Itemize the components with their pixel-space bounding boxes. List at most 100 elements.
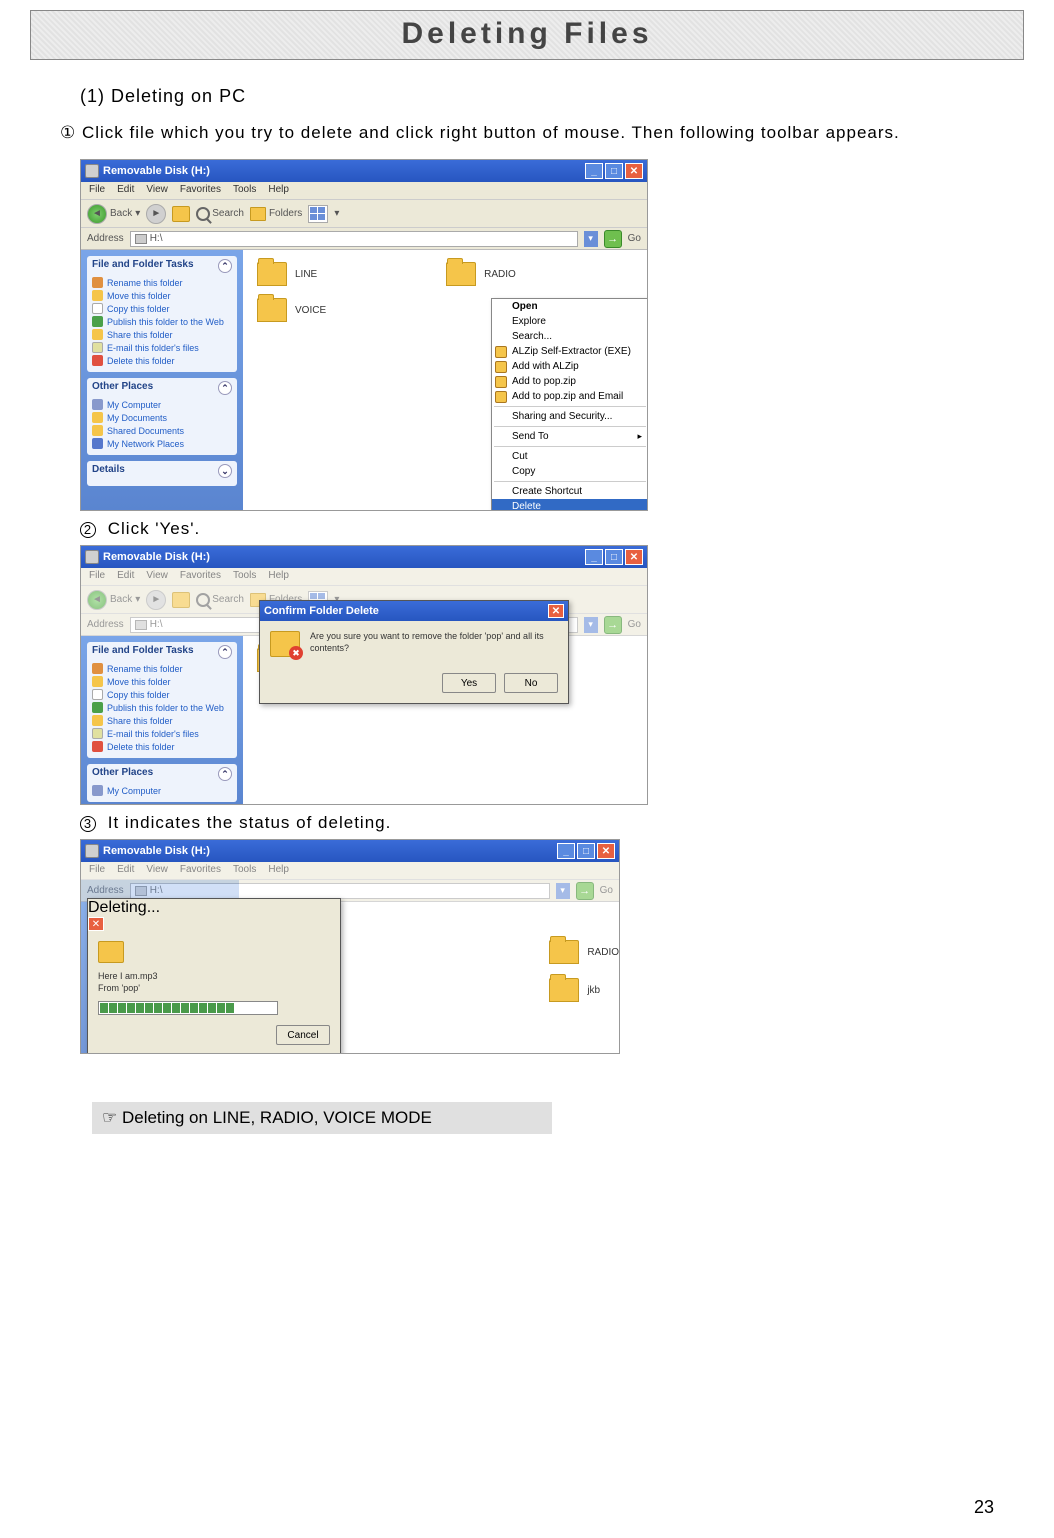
cm-sharing[interactable]: Sharing and Security...: [492, 409, 648, 424]
deleting-progress-dialog: Deleting... ✕ Here I am.mp3 From 'pop' C…: [87, 898, 341, 1054]
menu-file[interactable]: File: [89, 184, 105, 197]
menubar: File Edit View Favorites Tools Help: [81, 862, 619, 880]
email-icon: [92, 342, 103, 353]
cm-open[interactable]: Open: [492, 299, 648, 314]
maximize-button[interactable]: □: [605, 163, 623, 179]
disk-icon: [85, 550, 99, 564]
task-move[interactable]: Move this folder: [92, 289, 232, 302]
progress-bar: [98, 1001, 278, 1015]
menu-help[interactable]: Help: [268, 184, 289, 197]
address-input[interactable]: H:\: [130, 231, 578, 247]
cm-explore[interactable]: Explore: [492, 314, 648, 329]
task-rename[interactable]: Rename this folder: [92, 276, 232, 289]
separator: [494, 406, 646, 407]
folders-button[interactable]: Folders: [250, 207, 302, 221]
places-title: Other Places: [92, 381, 153, 395]
minimize-button[interactable]: _: [585, 549, 603, 565]
cm-alz2[interactable]: Add with ALZip: [492, 359, 648, 374]
note-deleting-modes: ☞ Deleting on LINE, RADIO, VOICE MODE: [92, 1102, 552, 1134]
folder-voice[interactable]: VOICE: [257, 298, 326, 322]
tasks-panel: File and Folder Tasks⌃ Rename this folde…: [87, 256, 237, 372]
place-network[interactable]: My Network Places: [92, 437, 232, 450]
task-delete[interactable]: Delete this folder: [92, 354, 232, 367]
folder-icon: [98, 941, 124, 963]
folder-icon: [549, 978, 579, 1002]
docs-icon: [92, 412, 103, 423]
folder-line[interactable]: LINE: [257, 262, 326, 286]
content-area: (1) Deleting on PC ① Click file which yo…: [0, 60, 1054, 1134]
cm-alz1[interactable]: ALZip Self-Extractor (EXE): [492, 344, 648, 359]
go-button[interactable]: →: [604, 230, 622, 248]
back-icon: ◄: [87, 204, 107, 224]
maximize-button[interactable]: □: [605, 549, 623, 565]
main-pane: LINE VOICE RADIO Open Explore Search... …: [243, 250, 647, 510]
minimize-button[interactable]: _: [557, 843, 575, 859]
search-button[interactable]: Search: [196, 207, 244, 221]
folder-icon: [549, 940, 579, 964]
maximize-button[interactable]: □: [577, 843, 595, 859]
forward-button[interactable]: ►: [146, 204, 166, 224]
place-mydocs[interactable]: My Documents: [92, 411, 232, 424]
close-button[interactable]: ✕: [625, 549, 643, 565]
dialog-close-button[interactable]: ✕: [548, 604, 564, 618]
address-dropdown[interactable]: ▾: [584, 231, 598, 247]
close-button[interactable]: ✕: [625, 163, 643, 179]
cm-sendto[interactable]: Send To: [492, 429, 648, 444]
cm-copy[interactable]: Copy: [492, 464, 648, 479]
back-button[interactable]: ◄Back▾: [87, 204, 140, 224]
toolbar: ◄Back▾ ► Search Folders ▾: [81, 200, 647, 228]
cm-cut[interactable]: Cut: [492, 449, 648, 464]
yes-button[interactable]: Yes: [442, 673, 496, 693]
folder-icon: [446, 262, 476, 286]
shared-icon: [92, 425, 103, 436]
alzip-icon: [495, 346, 507, 358]
cm-shortcut[interactable]: Create Shortcut: [492, 484, 648, 499]
menu-view[interactable]: View: [146, 184, 168, 197]
step2-label: 2 Click 'Yes'.: [80, 519, 994, 539]
cm-alz3[interactable]: Add to pop.zip: [492, 374, 648, 389]
rename-icon: [92, 277, 103, 288]
address-label: Address: [87, 233, 124, 244]
collapse-icon[interactable]: ⌃: [218, 381, 232, 395]
cancel-button[interactable]: Cancel: [276, 1025, 330, 1045]
folder-radio[interactable]: RADIO: [549, 940, 619, 964]
search-icon: [196, 207, 210, 221]
up-button[interactable]: [172, 206, 190, 222]
folder-jkb[interactable]: jkb: [549, 978, 619, 1002]
details-title: Details: [92, 464, 125, 478]
screenshot-progress-dialog: Removable Disk (H:) _ □ ✕ File Edit View…: [80, 839, 620, 1054]
task-share[interactable]: Share this folder: [92, 328, 232, 341]
progress-title: Deleting...: [88, 899, 160, 916]
page-number: 23: [974, 1497, 994, 1518]
network-icon: [92, 438, 103, 449]
place-mycomputer[interactable]: My Computer: [92, 398, 232, 411]
minimize-button[interactable]: _: [585, 163, 603, 179]
step2-text: Click 'Yes'.: [108, 519, 201, 538]
folder-radio[interactable]: RADIO: [446, 262, 516, 286]
place-shared[interactable]: Shared Documents: [92, 424, 232, 437]
confirm-delete-dialog: Confirm Folder Delete ✕ Are you sure you…: [259, 600, 569, 704]
close-button[interactable]: ✕: [597, 843, 615, 859]
task-email[interactable]: E-mail this folder's files: [92, 341, 232, 354]
views-button[interactable]: [308, 205, 328, 223]
cm-search[interactable]: Search...: [492, 329, 648, 344]
folder-icon: [257, 262, 287, 286]
task-copy[interactable]: Copy this folder: [92, 302, 232, 315]
expand-icon[interactable]: ⌄: [218, 464, 232, 478]
dialog-title: Confirm Folder Delete: [264, 605, 379, 617]
no-button[interactable]: No: [504, 673, 558, 693]
window-title: Removable Disk (H:): [103, 845, 210, 857]
menu-tools[interactable]: Tools: [233, 184, 256, 197]
alzip-icon: [495, 361, 507, 373]
collapse-icon[interactable]: ⌃: [218, 259, 232, 273]
cm-delete[interactable]: Delete: [492, 499, 648, 511]
menu-favorites[interactable]: Favorites: [180, 184, 221, 197]
progress-line2: From 'pop': [98, 983, 330, 993]
cm-alz4[interactable]: Add to pop.zip and Email: [492, 389, 648, 404]
window-titlebar: Removable Disk (H:) _ □ ✕: [81, 840, 619, 862]
dialog-close-button[interactable]: ✕: [88, 917, 104, 931]
task-publish[interactable]: Publish this folder to the Web: [92, 315, 232, 328]
separator: [494, 426, 646, 427]
page-title: Deleting Files: [31, 17, 1023, 51]
menu-edit[interactable]: Edit: [117, 184, 134, 197]
